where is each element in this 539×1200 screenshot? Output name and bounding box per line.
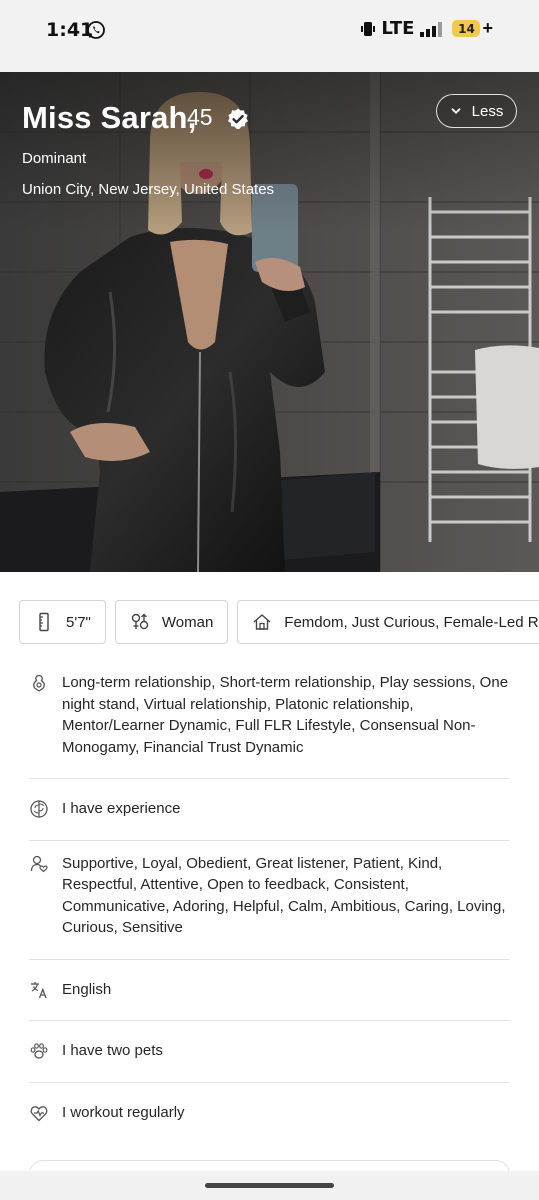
- profile-role: Dominant: [22, 150, 87, 167]
- charging-plus: +: [482, 18, 493, 38]
- detail-traits: Supportive, Loyal, Obedient, Great liste…: [29, 841, 510, 960]
- vibrate-icon: [361, 21, 376, 36]
- profile-location: Union City, New Jersey, United States: [22, 181, 275, 198]
- signal-icon: [420, 21, 443, 37]
- home-indicator[interactable]: [205, 1183, 334, 1188]
- gender-icon: [131, 613, 149, 630]
- profile-name: Miss Sarah,: [22, 100, 197, 135]
- language-text: English: [62, 980, 112, 998]
- height-chip[interactable]: 5'7": [19, 600, 106, 644]
- traits-text: Supportive, Loyal, Obedient, Great liste…: [62, 854, 506, 937]
- ruler-icon: [39, 612, 49, 632]
- attribute-chips: 5'7" Woman Femdom, Just Curious, Female-…: [19, 600, 539, 644]
- detail-fitness: I workout regularly: [29, 1083, 510, 1144]
- whatsapp-icon: [87, 21, 105, 39]
- interests-value: Femdom, Just Curious, Female-Led Relatio…: [284, 613, 539, 631]
- interests-chip[interactable]: Femdom, Just Curious, Female-Led Relatio…: [237, 600, 539, 644]
- brain-icon: [30, 800, 48, 818]
- chevron-down-icon: [451, 108, 461, 114]
- battery-indicator: 14 +: [452, 18, 493, 39]
- experience-text: I have experience: [62, 800, 181, 817]
- translate-icon: [31, 981, 47, 998]
- status-indicators: LTE 14 +: [361, 18, 493, 39]
- relationship-text: Long-term relationship, Short-term relat…: [62, 674, 509, 756]
- detail-experience: I have experience: [29, 779, 510, 841]
- gender-value: Woman: [161, 613, 214, 631]
- detail-language: English: [29, 960, 510, 1021]
- fitness-text: I workout regularly: [62, 1103, 185, 1121]
- detail-pets: I have two pets: [29, 1021, 510, 1083]
- profile-age: 45: [187, 104, 213, 130]
- profile-details: Long-term relationship, Short-term relat…: [29, 660, 510, 1143]
- collapse-button-label: Less: [471, 102, 504, 120]
- paw-icon: [30, 1043, 48, 1059]
- collapse-button[interactable]: Less: [436, 94, 517, 128]
- profile-photo[interactable]: Miss Sarah, 45 Dominant Union City, New …: [0, 72, 539, 572]
- personality-icon: [30, 855, 48, 872]
- battery-level: 14: [452, 20, 481, 37]
- status-bar: 1:41 LTE 14 +: [0, 0, 539, 72]
- height-value: 5'7": [66, 613, 91, 631]
- relationship-icon: [33, 674, 45, 692]
- detail-relationship: Long-term relationship, Short-term relat…: [29, 660, 510, 779]
- pets-text: I have two pets: [62, 1042, 163, 1059]
- gender-chip[interactable]: Woman: [114, 600, 229, 644]
- network-type: LTE: [381, 18, 415, 39]
- heart-pulse-icon: [30, 1105, 48, 1121]
- house-icon: [253, 614, 271, 630]
- verified-badge-icon: [228, 108, 248, 129]
